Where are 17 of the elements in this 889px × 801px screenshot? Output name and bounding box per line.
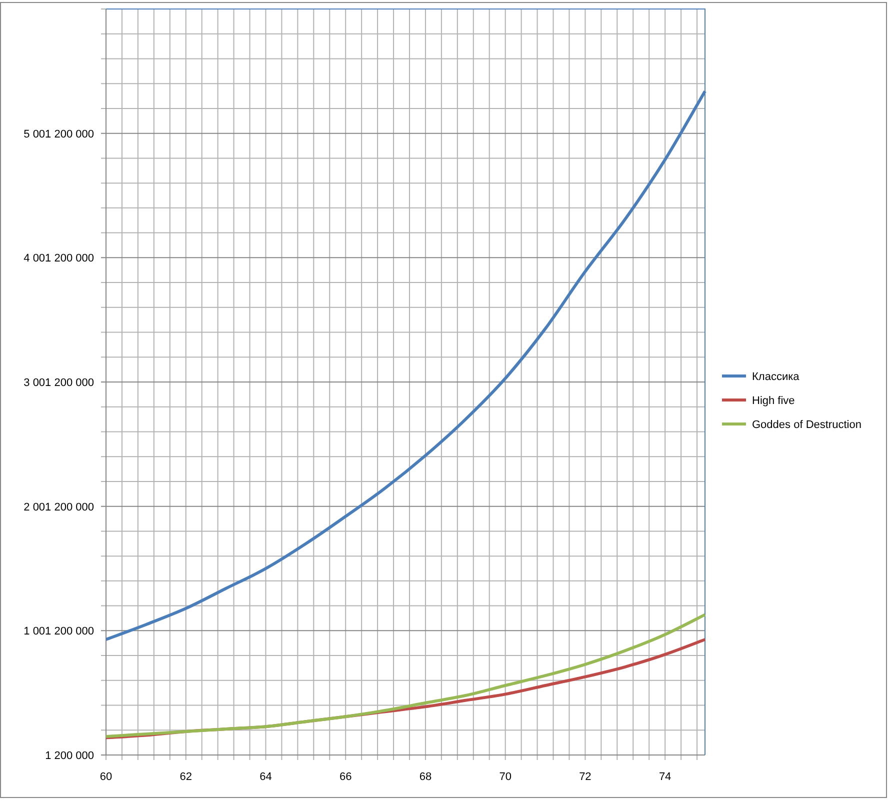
x-tick-label: 68: [419, 771, 432, 783]
legend-label: Goddes of Destruction: [752, 419, 862, 431]
legend-label: High five: [752, 395, 795, 407]
x-tick-label: 70: [499, 771, 512, 783]
x-tick-label: 66: [339, 771, 352, 783]
x-tick-label: 72: [579, 771, 592, 783]
x-tick-label: 62: [180, 771, 192, 783]
y-tick-label: 1 001 200 000: [24, 626, 94, 638]
y-tick-label: 3 001 200 000: [24, 377, 94, 389]
y-tick-label: 5 001 200 000: [24, 128, 94, 140]
x-tick-label: 64: [260, 771, 272, 783]
y-tick-label: 2 001 200 000: [24, 501, 94, 514]
x-tick-label: 74: [658, 771, 672, 783]
legend-label: Классика: [752, 371, 800, 383]
y-tick-label: 4 001 200 000: [24, 252, 94, 265]
x-tick-label: 60: [100, 771, 112, 783]
y-tick-label: 1 200 000: [45, 750, 94, 762]
